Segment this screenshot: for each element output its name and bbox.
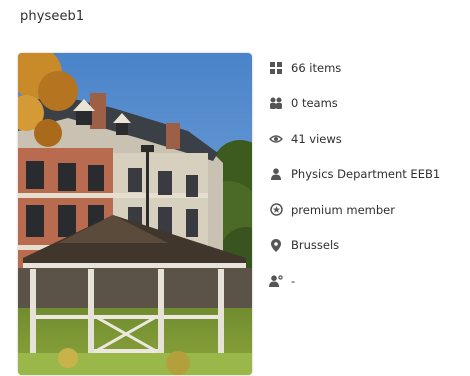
stat-organization[interactable]: Physics Department EEB1 (268, 157, 468, 193)
users-icon (268, 95, 284, 111)
grid-icon (268, 60, 284, 76)
profile-username: physeeb1 (20, 9, 85, 24)
badge-icon (268, 202, 284, 218)
stat-location[interactable]: Brussels (268, 228, 468, 264)
stat-teams[interactable]: 0 teams (268, 86, 468, 122)
location-pin-icon (268, 237, 284, 253)
profile-page: physeeb1 66 items 0 teams 41 views Physi… (0, 0, 470, 376)
profile-stats: 66 items 0 teams 41 views Physics Depart… (268, 50, 468, 299)
stat-views[interactable]: 41 views (268, 121, 468, 157)
stat-membership-text: premium member (291, 202, 395, 217)
stat-views-text: 41 views (291, 131, 342, 146)
person-icon (268, 166, 284, 182)
stat-organization-text: Physics Department EEB1 (291, 167, 441, 182)
eye-icon (268, 131, 284, 147)
stat-extra-text: - (291, 273, 296, 288)
stat-membership[interactable]: premium member (268, 192, 468, 228)
profile-cover-image[interactable] (18, 53, 252, 375)
stat-teams-text: 0 teams (291, 96, 338, 111)
user-settings-icon (268, 273, 284, 289)
stat-extra[interactable]: - (268, 263, 468, 299)
stat-location-text: Brussels (291, 238, 340, 253)
stat-items[interactable]: 66 items (268, 50, 468, 86)
stat-items-text: 66 items (291, 60, 342, 75)
